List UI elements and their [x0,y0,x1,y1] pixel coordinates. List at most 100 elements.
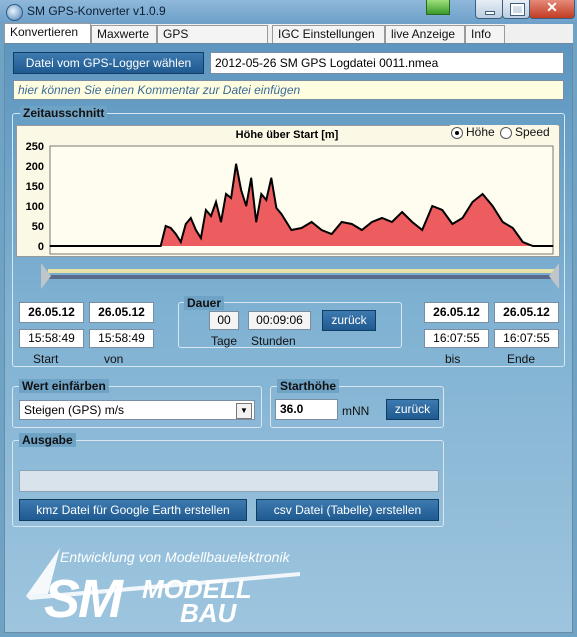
range-end-handle[interactable] [549,263,559,289]
logo-sm: SM [44,569,123,629]
radio-hoehe-label[interactable]: Höhe [466,125,495,139]
radio-speed[interactable] [500,127,512,139]
altitude-point [341,221,343,223]
altitude-point [205,209,207,211]
altitude-point [275,207,277,209]
stunden-label: Stunden [251,334,296,348]
y-tick-label: 0 [38,241,44,253]
ende-date[interactable]: 26.05.12 [494,302,559,323]
altitude-point [270,177,272,179]
bis-label: bis [445,352,461,366]
dauer-legend: Dauer [184,296,225,310]
dauer-tage: 00 [209,311,239,330]
altitude-point [119,245,121,247]
altitude-point [225,193,227,195]
range-track-bottom [48,275,554,279]
altitude-point [552,245,554,247]
altitude-point [255,221,257,223]
altitude-point [391,221,393,223]
tab-live-anzeige[interactable]: live Anzeige [385,25,465,43]
von-label: von [104,352,124,366]
app-icon [6,4,23,21]
tab-igc-einstellungen[interactable]: IGC Einstellungen [272,25,385,43]
range-track-top [48,269,554,273]
bis-date[interactable]: 26.05.12 [424,302,489,323]
close-button[interactable]: ✕ [529,0,575,19]
zeitausschnitt-legend: Zeitausschnitt [20,106,108,120]
altitude-point [371,221,373,223]
altitude-point [150,245,152,247]
start-time[interactable]: 15:58:49 [19,329,84,348]
altitude-point [215,201,217,203]
von-time[interactable]: 15:58:49 [89,329,154,348]
ausgabe-legend: Ausgabe [19,433,76,447]
logo-bau: BAU [180,598,237,628]
starthoehe-unit: mNN [342,404,370,418]
sm-modellbau-logo: Entwicklung von Modellbauelektronik SM M… [20,540,310,630]
kmz-button[interactable]: kmz Datei für Google Earth erstellen [19,499,247,521]
altitude-point [522,241,524,243]
tab-gps-einstellungen[interactable]: GPS Einstellungen [157,25,268,58]
progress-bar [19,470,439,492]
altitude-point [451,223,453,225]
altitude-point [235,163,237,165]
window-title: SM GPS-Konverter v1.0.9 [27,4,166,18]
altitude-point [160,245,162,247]
altitude-point [401,211,403,213]
y-tick-label: 150 [26,181,44,193]
y-tick-label: 250 [26,141,44,153]
altitude-point [200,237,202,239]
minimize-button[interactable] [475,0,503,19]
altitude-point [381,217,383,219]
tab-maxwerte[interactable]: Maxwerte [91,25,157,43]
radio-speed-label[interactable]: Speed [515,125,550,139]
altitude-point [195,229,197,231]
altitude-point [471,201,474,203]
altitude-point [512,227,514,229]
y-tick-label: 100 [26,201,44,213]
radio-hoehe[interactable] [451,127,463,139]
logo-tagline: Entwicklung von Modellbauelektronik [60,549,290,565]
altitude-point [250,177,252,179]
altitude-point [361,229,363,231]
altitude-point [175,233,177,235]
altitude-point [280,213,282,215]
green-status-icon[interactable] [426,0,450,15]
dauer-zurueck-button[interactable]: zurück [322,310,376,331]
start-date[interactable]: 26.05.12 [19,302,84,323]
csv-button[interactable]: csv Datei (Tabelle) erstellen [256,499,439,521]
bis-time[interactable]: 16:07:55 [424,329,489,348]
chevron-down-icon[interactable]: ▼ [236,403,252,419]
altitude-point [431,205,433,207]
altitude-point [502,221,504,223]
filename-field[interactable]: 2012-05-26 SM GPS Logdatei 0011.nmea [210,52,564,74]
altitude-point [265,199,267,201]
altitude-point [180,241,182,243]
altitude-point [482,193,484,195]
starthoehe-input[interactable]: 36.0 [275,399,338,420]
ende-time[interactable]: 16:07:55 [494,329,559,348]
altitude-point [421,229,423,231]
dauer-stunden: 00:09:06 [248,311,311,330]
tab-info[interactable]: Info [465,25,505,43]
tab-konvertieren[interactable]: Konvertieren [4,23,91,44]
von-date[interactable]: 26.05.12 [89,302,154,323]
altitude-point [290,229,292,231]
ende-label: Ende [507,352,536,366]
chart-title: Höhe über Start [m] [236,129,339,141]
maximize-button[interactable] [502,0,530,19]
altitude-point [49,245,51,247]
altitude-point [185,223,187,225]
choose-file-button[interactable]: Datei vom GPS-Logger wählen [13,52,204,74]
altitude-chart[interactable]: Höhe über Start [m] 250 200 150 100 50 0 [17,126,559,256]
altitude-point [461,217,464,219]
altitude-point [351,223,353,225]
chart-panel: Höhe über Start [m] 250 200 150 100 50 0 [16,125,560,257]
comment-field[interactable]: hier können Sie einen Kommentar zur Date… [13,80,564,100]
wert-select[interactable]: Steigen (GPS) m/s ▼ [19,400,255,420]
starthoehe-zurueck-button[interactable]: zurück [386,399,439,420]
range-start-handle[interactable] [41,263,51,289]
altitude-point [411,221,413,223]
altitude-point [230,197,232,199]
altitude-point [300,227,303,229]
